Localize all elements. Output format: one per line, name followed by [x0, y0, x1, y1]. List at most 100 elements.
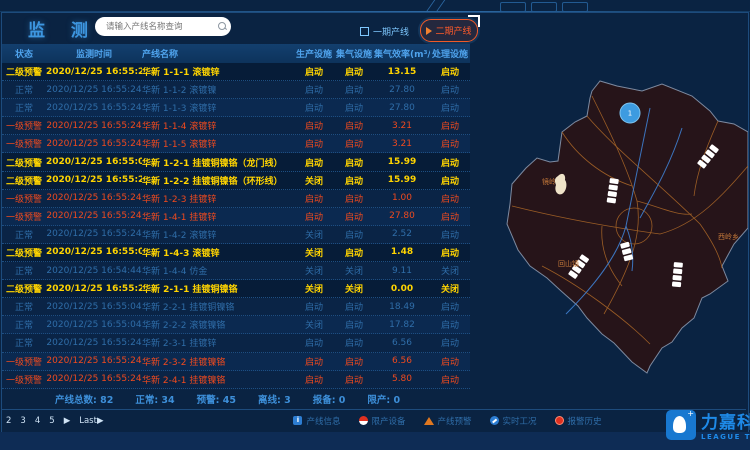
legend-item[interactable]: 限产设备: [359, 415, 406, 427]
column-header: 生产设施: [294, 47, 334, 60]
table-cell: 启动: [294, 101, 334, 114]
column-header: 产线名称: [142, 47, 294, 60]
region-map[interactable]: 镜岭镇回山镇西岭乡1: [482, 66, 748, 406]
header-divider: [0, 11, 750, 12]
legend-item[interactable]: 实时工况: [490, 415, 537, 427]
table-cell: 华新 2-1-1 挂镀铜镍铬: [142, 282, 294, 295]
table-cell: 2020/12/25 16:55:24: [46, 103, 142, 113]
table-cell: 启动: [334, 355, 374, 368]
table-row[interactable]: 正常2020/12/25 16:55:24华新 1-1-3 滚镀锌启动启动27.…: [2, 99, 470, 117]
table-cell: 3.21: [374, 121, 430, 131]
table-row[interactable]: 一级预警2020/12/25 16:55:24华新 1-4-1 挂镀锌启动启动2…: [2, 208, 470, 226]
table-cell: 华新 1-2-1 挂镀铜镍铬（龙门线）: [142, 156, 294, 169]
table-cell: 2020/12/25 16:55:24: [46, 139, 142, 149]
table-cell: 启动: [334, 174, 374, 187]
table-cell: 启动: [334, 246, 374, 259]
table-row[interactable]: 二级预警2020/12/25 16:55:04华新 1-4-3 滚镀锌关闭启动1…: [2, 244, 470, 262]
table-cell: 启动: [430, 101, 470, 114]
bottom-toolbar: 2345 ▶ Last▶ i 产线信息 限产设备 产线预警 实时工况 报警历史: [2, 409, 746, 431]
table-cell: 启动: [430, 336, 470, 349]
table-cell: 启动: [294, 137, 334, 150]
table-cell: 启动: [334, 83, 374, 96]
table-cell: 二级预警: [2, 282, 46, 295]
summary-item: 产线总数: 82: [55, 392, 113, 406]
table-row[interactable]: 一级预警2020/12/25 16:55:24华新 1-1-5 滚镀锌启动启动3…: [2, 135, 470, 153]
table-row[interactable]: 二级预警2020/12/25 16:55:24华新 1-1-1 滚镀锌启动启动1…: [2, 63, 470, 81]
table-cell: 华新 1-1-4 滚镀锌: [142, 119, 294, 132]
table-cell: 1.48: [374, 247, 430, 257]
legend-label: 限产设备: [372, 415, 406, 427]
brand-logo: 力嘉科技 LEAGUE TE: [666, 408, 750, 441]
corner-bracket: [468, 15, 480, 27]
table-row[interactable]: 二级预警2020/12/25 16:55:24华新 1-2-2 挂镀铜镍铬（环形…: [2, 172, 470, 190]
table-cell: 启动: [430, 83, 470, 96]
table-cell: 启动: [334, 210, 374, 223]
legend-item[interactable]: i 产线信息: [293, 415, 340, 427]
table-row[interactable]: 正常2020/12/25 16:55:04华新 2-2-1 挂镀铜镍铬启动启动1…: [2, 298, 470, 316]
table-cell: 启动: [334, 65, 374, 78]
table-cell: 启动: [430, 228, 470, 241]
search-box[interactable]: [95, 17, 231, 36]
search-icon[interactable]: [218, 22, 227, 31]
table-row[interactable]: 一级预警2020/12/25 16:55:24华新 1-1-4 滚镀锌启动启动3…: [2, 117, 470, 135]
table-cell: 一级预警: [2, 210, 46, 223]
cluster-count: 1: [628, 110, 632, 118]
alarm-icon: [555, 416, 564, 425]
place-label: 西岭乡: [718, 232, 739, 241]
table-row[interactable]: 正常2020/12/25 16:55:24华新 2-3-1 挂镀锌启动启动6.5…: [2, 334, 470, 352]
table-row[interactable]: 正常2020/12/25 16:55:04华新 2-2-2 滚镀镍铬关闭启动17…: [2, 316, 470, 334]
table-cell: 2020/12/25 16:55:24: [46, 175, 142, 185]
table-cell: 华新 2-2-2 滚镀镍铬: [142, 318, 294, 331]
table-cell: 启动: [430, 355, 470, 368]
table-cell: 1.00: [374, 193, 430, 203]
table-cell: 启动: [430, 373, 470, 386]
table-cell: 华新 2-3-2 挂镀镍铬: [142, 355, 294, 368]
table-cell: 启动: [334, 156, 374, 169]
legend-item[interactable]: 产线预警: [424, 415, 472, 427]
page-number[interactable]: 2: [6, 416, 11, 426]
table-cell: 一级预警: [2, 119, 46, 132]
legend-label: 产线信息: [306, 415, 340, 427]
table-cell: 二级预警: [2, 174, 46, 187]
table-cell: 3.21: [374, 139, 430, 149]
table-cell: 2020/12/25 16:55:04: [46, 302, 142, 312]
table-row[interactable]: 一级预警2020/12/25 16:55:24华新 2-3-2 挂镀镍铬启动启动…: [2, 353, 470, 371]
table-row[interactable]: 一级预警2020/12/25 16:55:24华新 2-4-1 挂镀镍铬启动启动…: [2, 371, 470, 389]
table-row[interactable]: 正常2020/12/25 16:54:44华新 1-4-4 仿金关闭关闭9.11…: [2, 262, 470, 280]
last-page-button[interactable]: Last▶: [79, 416, 103, 426]
phase1-toggle[interactable]: 一期产线: [360, 25, 409, 38]
legend-label: 实时工况: [503, 415, 537, 427]
table-cell: 2020/12/25 16:55:24: [46, 67, 142, 77]
table-cell: 15.99: [374, 175, 430, 185]
legend-item[interactable]: 报警历史: [555, 415, 602, 427]
table-cell: 2020/12/25 16:55:24: [46, 85, 142, 95]
logo-cn: 力嘉科技: [701, 408, 750, 433]
table-cell: 2.52: [374, 229, 430, 239]
page-number[interactable]: 5: [49, 416, 54, 426]
table-row[interactable]: 二级预警2020/12/25 16:55:24华新 2-1-1 挂镀铜镍铬关闭关…: [2, 280, 470, 298]
phase2-label: 二期产线: [435, 24, 471, 37]
checkbox-icon[interactable]: [360, 27, 369, 36]
table-row[interactable]: 二级预警2020/12/25 16:55:04华新 1-2-1 挂镀铜镍铬（龙门…: [2, 153, 470, 171]
limit-icon: [359, 416, 368, 425]
table-cell: 启动: [334, 300, 374, 313]
table-cell: 关闭: [430, 264, 470, 277]
table-cell: 启动: [430, 318, 470, 331]
search-input[interactable]: [104, 21, 218, 33]
summary-item: 正常: 34: [135, 392, 174, 406]
warn-icon: [424, 417, 434, 425]
table-row[interactable]: 正常2020/12/25 16:55:24华新 1-4-2 滚镀锌关闭启动2.5…: [2, 226, 470, 244]
table-cell: 启动: [334, 192, 374, 205]
column-header: 监测时间: [46, 47, 142, 60]
table-cell: 启动: [294, 119, 334, 132]
page-number[interactable]: 4: [35, 416, 40, 426]
info-icon: i: [293, 416, 302, 425]
next-page-icon[interactable]: ▶: [64, 416, 71, 426]
table-cell: 2020/12/25 16:55:04: [46, 157, 142, 167]
table-cell: 2020/12/25 16:55:24: [46, 374, 142, 384]
table-row[interactable]: 正常2020/12/25 16:55:24华新 1-1-2 滚镀镍启动启动27.…: [2, 81, 470, 99]
table-row[interactable]: 一级预警2020/12/25 16:55:24华新 1-2-3 挂镀锌启动启动1…: [2, 190, 470, 208]
table-cell: 二级预警: [2, 156, 46, 169]
page-number[interactable]: 3: [20, 416, 25, 426]
table-cell: 启动: [294, 156, 334, 169]
